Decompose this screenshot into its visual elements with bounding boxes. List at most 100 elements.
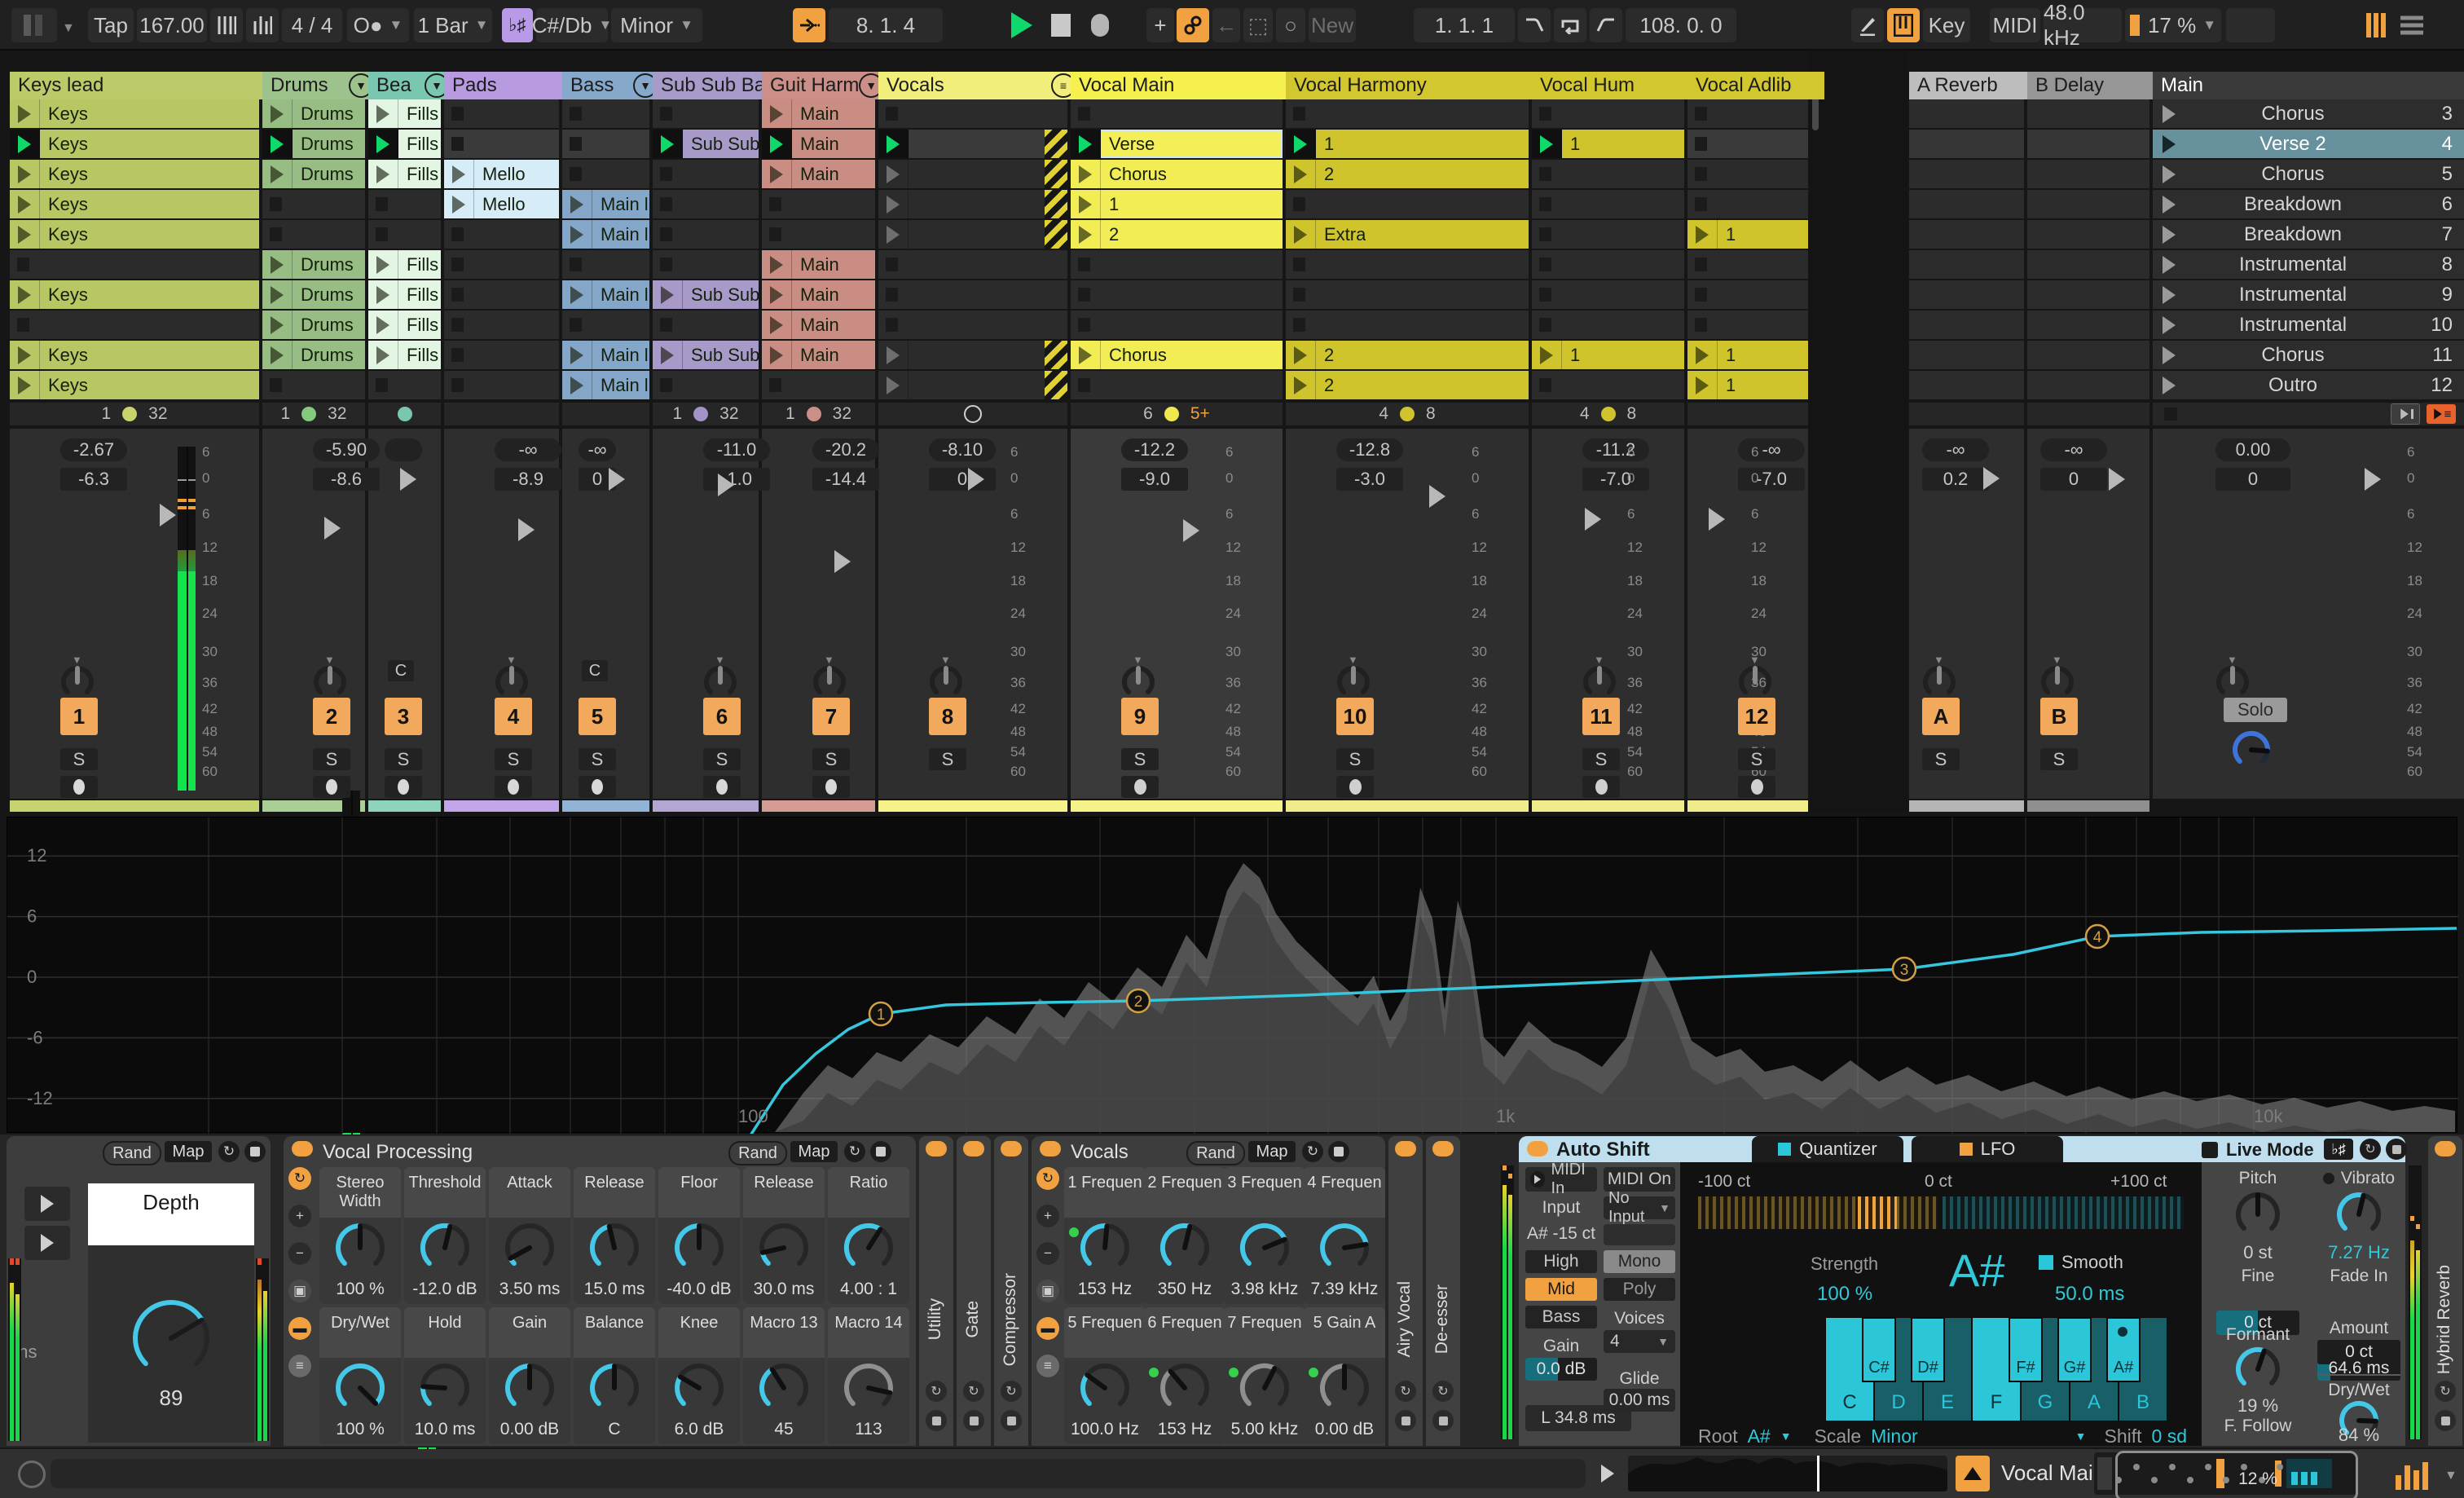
vocals-macro-7-knob[interactable] — [1238, 1361, 1291, 1415]
clip-slot[interactable]: Fills — [368, 341, 441, 369]
solo-button[interactable]: S — [929, 748, 966, 770]
device-power-button[interactable] — [2435, 1141, 2456, 1157]
track-header-vocal-adlib[interactable]: Vocal Adlib — [1687, 72, 1824, 99]
macro-state-icon[interactable]: ▬ — [288, 1317, 311, 1340]
empty-clip-slot[interactable] — [562, 311, 649, 339]
solo-button[interactable]: S — [313, 748, 350, 770]
device-power-button[interactable] — [1040, 1141, 1061, 1157]
clip-launch-button[interactable] — [10, 220, 40, 249]
device-save-icon[interactable] — [1432, 1410, 1454, 1431]
clip-launch-button[interactable] — [262, 99, 293, 128]
scene-launch-button[interactable] — [2153, 346, 2185, 364]
clip-stop-button[interactable] — [769, 378, 781, 392]
group-launch-button[interactable] — [878, 341, 909, 369]
track-header-vocals[interactable]: Vocals ≡ — [878, 72, 1084, 99]
solo-button[interactable]: S — [1121, 748, 1159, 770]
clip-slot[interactable]: Main lin — [562, 190, 649, 218]
clip-slot[interactable]: Fills — [368, 311, 441, 339]
device-power-button[interactable] — [926, 1141, 947, 1157]
empty-clip-slot[interactable] — [1532, 311, 1684, 339]
variation-camera-icon[interactable]: ▣ — [1036, 1280, 1059, 1302]
solo-button[interactable]: S — [1336, 748, 1374, 770]
crossfade-assign-c[interactable]: C — [388, 660, 414, 681]
empty-clip-slot[interactable] — [1286, 190, 1529, 218]
empty-clip-slot[interactable] — [1687, 160, 1808, 188]
return-slot[interactable] — [1909, 130, 2024, 158]
band-button-high[interactable]: High — [1525, 1250, 1597, 1273]
clip-launch-button[interactable] — [1071, 130, 1101, 158]
device-save-icon[interactable] — [1001, 1410, 1022, 1431]
vocals-rack-rand-button[interactable]: Rand — [1186, 1141, 1245, 1165]
scene-row-6[interactable]: Breakdown 6 — [2153, 190, 2464, 218]
empty-clip-slot[interactable] — [1286, 250, 1529, 279]
clip-launch-button[interactable] — [762, 280, 792, 309]
window-controls-icon[interactable] — [11, 8, 57, 42]
clip-launch-button[interactable] — [1687, 371, 1718, 399]
clip-slot[interactable]: 1 — [1071, 190, 1283, 218]
clip-slot[interactable]: Drums — [262, 311, 365, 339]
empty-clip-slot[interactable] — [1286, 280, 1529, 309]
draw-mode-selection-icon[interactable]: ⬚ — [1243, 8, 1273, 42]
play-button[interactable] — [1004, 8, 1040, 42]
empty-clip-slot[interactable] — [1532, 190, 1684, 218]
clip-stop-button[interactable] — [17, 258, 29, 271]
clip-launch-button[interactable] — [1687, 341, 1718, 369]
clip-stop-button[interactable] — [570, 137, 582, 151]
scene-launch-button[interactable] — [2153, 195, 2185, 214]
clip-launch-button[interactable] — [1071, 160, 1101, 188]
clip-stop-button[interactable] — [570, 167, 582, 181]
clip-launch-button[interactable] — [10, 190, 40, 218]
clip-stop-button[interactable] — [570, 318, 582, 332]
return-slot[interactable] — [1909, 190, 2024, 218]
clip-launch-button[interactable] — [1286, 160, 1316, 188]
clip-launch-button[interactable] — [262, 160, 293, 188]
arm-button[interactable] — [1336, 776, 1374, 798]
track-activator-12[interactable]: 12 — [1738, 698, 1775, 735]
clip-launch-button[interactable] — [262, 250, 293, 279]
plugin-play-button-1[interactable] — [24, 1187, 70, 1221]
empty-clip-slot[interactable] — [1532, 160, 1684, 188]
voices-menu[interactable]: 4 ▼ — [1604, 1330, 1675, 1353]
clip-stop-button[interactable] — [660, 227, 672, 241]
clip-slot[interactable]: Fills — [368, 250, 441, 279]
clip-stop-button[interactable] — [1293, 107, 1305, 121]
clip-launch-button[interactable] — [1286, 341, 1316, 369]
clip-slot[interactable]: Keys — [10, 371, 259, 399]
clip-stop-button[interactable] — [1539, 107, 1551, 121]
midi-map-mode-button[interactable]: MIDI — [1990, 8, 2040, 42]
empty-clip-slot[interactable] — [653, 311, 759, 339]
clip-slot[interactable]: Mello — [444, 160, 559, 188]
empty-clip-slot[interactable] — [653, 160, 759, 188]
clip-slot[interactable]: Drums — [262, 99, 365, 128]
volume-fader-handle[interactable] — [609, 468, 625, 491]
clip-stop-button[interactable] — [1539, 318, 1551, 332]
clip-stop-button[interactable] — [660, 318, 672, 332]
group-clip-slot[interactable] — [878, 341, 1067, 369]
vibrato-knob[interactable] — [2334, 1190, 2383, 1239]
smooth-toggle[interactable]: Smooth — [2039, 1252, 2123, 1273]
empty-clip-slot[interactable] — [444, 280, 559, 309]
pan-knob[interactable] — [59, 663, 96, 701]
scene-row-10[interactable]: Instrumental 10 — [2153, 311, 2464, 339]
device-power-button[interactable] — [1001, 1141, 1022, 1157]
plugin-refresh-icon[interactable]: ↻ — [218, 1141, 240, 1162]
clip-slot[interactable]: Extra — [1286, 220, 1529, 249]
vocals-macro-8-knob[interactable] — [1318, 1361, 1371, 1415]
empty-clip-slot[interactable] — [444, 220, 559, 249]
device-refresh-icon[interactable]: ↻ — [963, 1381, 984, 1402]
clip-slot[interactable]: Main — [762, 341, 875, 369]
track-header-vocal-hum[interactable]: Vocal Hum — [1532, 72, 1701, 99]
empty-clip-slot[interactable] — [1532, 280, 1684, 309]
clip-launch-button[interactable] — [10, 160, 40, 188]
group-clip-slot[interactable] — [878, 371, 1067, 399]
volume-field[interactable]: 0.2 — [1922, 468, 1989, 491]
return-slot[interactable] — [1909, 341, 2024, 369]
plugin-play-button-2[interactable] — [24, 1226, 70, 1260]
track-header-vocal-harmony[interactable]: Vocal Harmony — [1286, 72, 1545, 99]
gain-value-box[interactable]: 0.0 dB — [1525, 1358, 1597, 1381]
vp-macro-12-knob[interactable] — [672, 1361, 726, 1415]
empty-clip-slot[interactable] — [762, 220, 875, 249]
scene-row-12[interactable]: Outro 12 — [2153, 371, 2464, 399]
clip-slot[interactable]: Main — [762, 250, 875, 279]
scene-launch-button[interactable] — [2153, 225, 2185, 244]
